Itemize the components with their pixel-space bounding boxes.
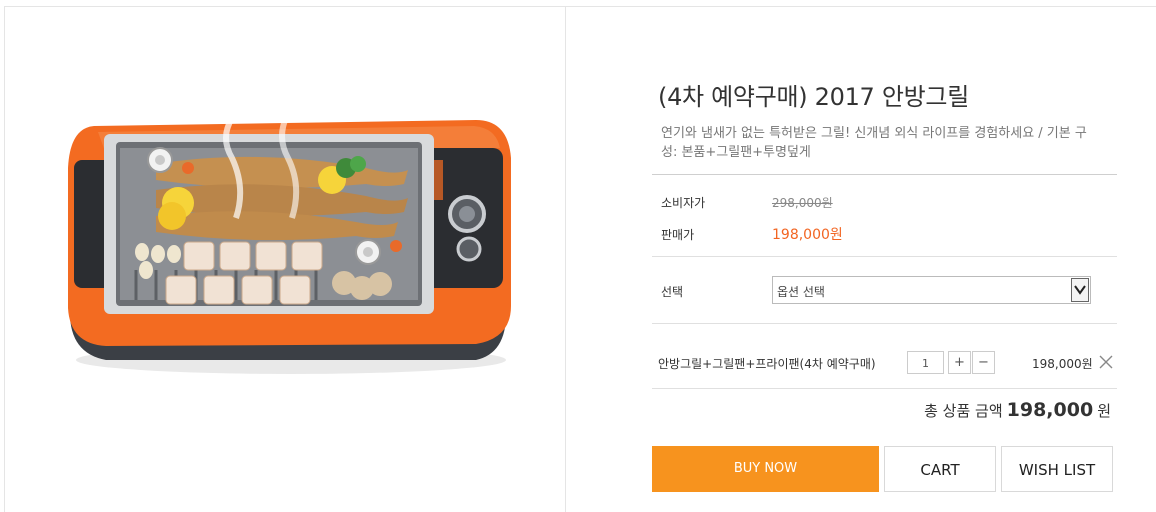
total-price: 총 상품 금액 198,000 원 [924,399,1111,421]
option-select[interactable]: 옵션 선택 [772,276,1091,304]
quantity-plus-button[interactable]: + [948,351,971,374]
total-label: 총 상품 금액 [924,402,1003,420]
sale-price: 198,000원 [772,227,843,243]
consumer-price-label: 소비자가 [661,196,706,210]
product-image [6,8,564,510]
grill-illustration [68,112,511,374]
cart-button[interactable]: CART [884,446,996,492]
quantity-input[interactable]: 1 [907,351,944,374]
wish-list-button[interactable]: WISH LIST [1001,446,1113,492]
buy-now-button[interactable]: BUY NOW [652,446,879,492]
option-selected-text: 옵션 선택 [777,285,825,299]
divider-3 [652,323,1117,324]
sale-price-label: 판매가 [661,228,695,242]
divider-2 [652,256,1117,257]
total-unit: 원 [1097,402,1111,420]
product-description: 연기와 냄새가 없는 특허받은 그릴! 신개념 외식 라이프를 경험하세요 / … [661,126,1087,160]
column-divider [565,6,566,512]
select-arrow-button[interactable] [1071,278,1089,302]
divider-4 [652,388,1117,389]
selected-option-name: 안방그릴+그릴팬+프라이팬(4차 예약구매) [658,357,876,371]
close-icon[interactable] [1099,355,1113,369]
option-label: 선택 [661,285,684,299]
selected-option-price: 198,000원 [1032,357,1093,371]
total-amount: 198,000 [1006,399,1094,421]
product-title: (4차 예약구매) 2017 안방그릴 [658,83,969,111]
consumer-price: 298,000원 [772,196,833,210]
divider-1 [652,174,1117,175]
quantity-minus-button[interactable]: − [972,351,995,374]
chevron-down-icon [1074,285,1086,295]
